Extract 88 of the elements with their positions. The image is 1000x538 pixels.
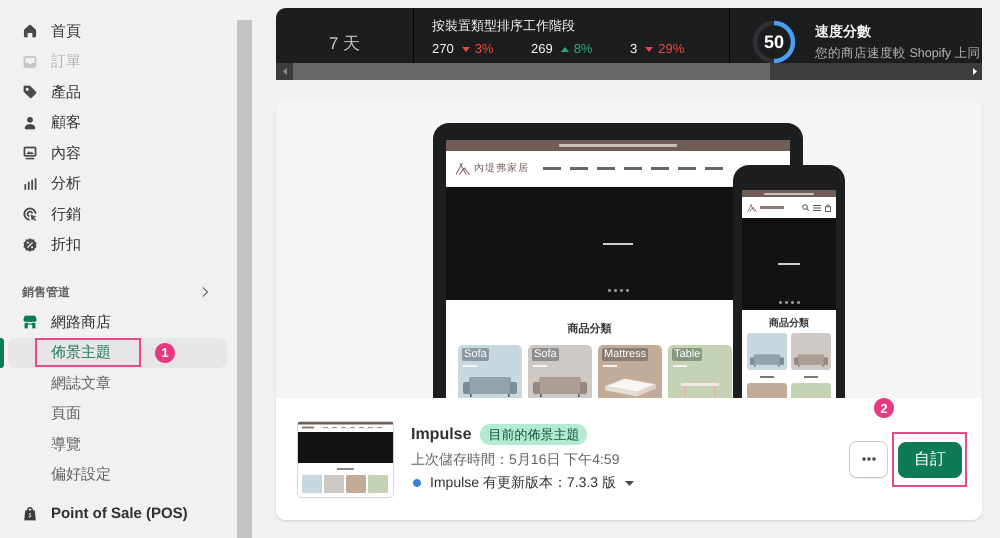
nav-link-drawing — [651, 167, 669, 170]
category-title: Sofa — [532, 348, 559, 361]
stat-title: 速度分數 — [815, 23, 872, 39]
active-indicator — [0, 338, 4, 368]
theme-name: Impulse — [411, 426, 472, 444]
nav-item[interactable]: 頁面 — [8, 398, 227, 429]
stat-value: 3 — [630, 41, 638, 57]
slide-dot-icon — [790, 301, 794, 304]
nav-link-drawing — [597, 167, 615, 170]
last-saved-text: 上次儲存時間：5月16日 下午4:59 — [411, 450, 620, 468]
horizontal-scrollbar[interactable] — [276, 63, 982, 80]
category-title: Mattress — [602, 348, 648, 361]
status-badge: 目前的佈景主題 — [480, 424, 588, 445]
percent-badge-icon — [22, 236, 38, 253]
percent-change: 3% — [474, 41, 494, 57]
dash-icon — [778, 263, 800, 265]
customize-button[interactable]: 自訂 — [898, 442, 962, 478]
sofa-drawing — [533, 377, 587, 397]
nav-item[interactable]: 網誌文章 — [8, 368, 227, 398]
menu-icon[interactable] — [813, 204, 821, 210]
status-dot-icon — [413, 479, 421, 487]
slide-dot-icon — [614, 289, 616, 292]
category-title: Sofa — [462, 348, 489, 361]
nav-item[interactable]: 內容 — [8, 138, 227, 168]
scroll-left-icon[interactable] — [283, 68, 287, 75]
slide-dot-icon — [620, 289, 622, 292]
slide-dot-icon — [784, 301, 788, 304]
date-range: 7 天 — [328, 34, 360, 54]
ellipsis-icon — [862, 457, 876, 461]
nav-link-drawing — [705, 167, 723, 170]
nav-item[interactable]: Point of Sale (POS) — [8, 498, 227, 529]
category-tile — [747, 383, 787, 398]
tag-icon — [22, 84, 38, 100]
speed-score: 50 — [764, 32, 784, 52]
update-notice: Impulse 有更新版本：7.3.3 版 — [430, 474, 616, 492]
nav-link-drawing — [678, 167, 696, 170]
image-icon — [22, 145, 38, 162]
scroll-right-icon[interactable] — [973, 68, 977, 75]
stat-description: 您的商店速度較 Shopify 上同 — [815, 45, 981, 61]
nav-link-drawing — [570, 167, 588, 170]
table-drawing — [681, 383, 719, 397]
nav-item[interactable]: 分析 — [8, 168, 227, 199]
logo-text-drawing — [760, 206, 784, 209]
section-title: 商品分類 — [568, 323, 612, 335]
person-icon — [22, 114, 38, 131]
cursor-target-icon — [22, 206, 38, 222]
storefront-icon — [22, 314, 38, 330]
search-icon[interactable] — [802, 204, 809, 211]
category-tile — [791, 383, 831, 398]
slide-dot-icon — [626, 289, 628, 292]
shopping-bag-icon[interactable] — [825, 204, 831, 212]
percent-change: 8% — [574, 41, 592, 57]
nav-link-drawing — [624, 167, 642, 170]
inbox-tray-icon — [22, 54, 38, 70]
nav-item[interactable]: 產品 — [8, 77, 227, 108]
mattress-drawing — [604, 378, 656, 397]
home-icon — [22, 23, 38, 40]
slide-dot-icon — [608, 289, 610, 292]
stat-value: 270 — [432, 41, 454, 57]
dash-icon — [603, 242, 633, 244]
stat-title: 按裝置類型排序工作階段 — [432, 18, 576, 34]
caret-down-icon[interactable] — [624, 480, 634, 486]
sidebar-scrollbar[interactable] — [237, 20, 252, 538]
nav-item[interactable]: 折扣 — [8, 230, 227, 260]
nav-item[interactable]: 顧客 — [8, 108, 227, 138]
stat-value: 269 — [531, 41, 553, 57]
nav-item[interactable]: 導覽 — [8, 429, 227, 460]
sofa-drawing — [794, 354, 828, 367]
tent-logo-icon — [747, 204, 757, 212]
slide-dot-icon — [778, 301, 782, 304]
nav-item[interactable]: 首頁 — [8, 16, 227, 46]
nav-item[interactable]: 網路商店 — [8, 307, 227, 338]
sofa-drawing — [463, 377, 517, 397]
sofa-drawing — [750, 354, 784, 367]
scrollbar-thumb[interactable] — [293, 63, 770, 80]
shopping-bag-icon — [22, 506, 38, 522]
slide-dot-icon — [796, 301, 800, 304]
step-marker: 2 — [874, 398, 894, 418]
category-title: Table — [672, 348, 702, 361]
tent-logo-icon — [455, 162, 470, 174]
nav-link-drawing — [543, 167, 561, 170]
nav-item[interactable]: 行銷 — [8, 199, 227, 230]
nav-item[interactable]: 偏好設定 — [8, 460, 227, 490]
site-logo: 內堤弗家居 — [474, 162, 529, 174]
section-title: 商品分類 — [769, 318, 809, 329]
section-heading: 銷售管道 — [22, 284, 70, 300]
percent-change: 29% — [658, 41, 684, 57]
bar-chart-icon — [22, 176, 38, 192]
